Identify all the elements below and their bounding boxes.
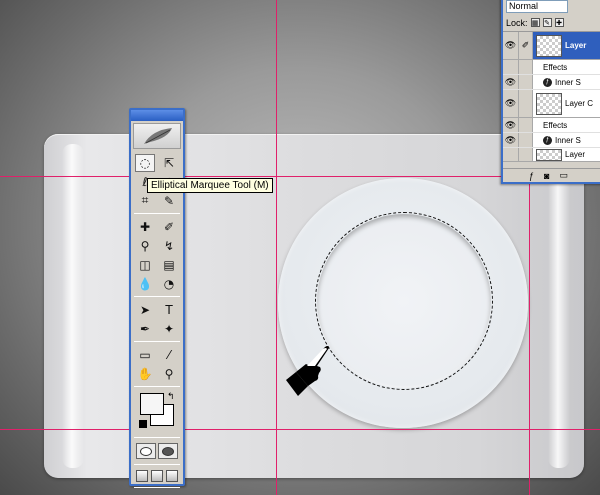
history-brush-icon[interactable]: ↯: [159, 237, 179, 255]
toolbox-divider: [134, 341, 180, 342]
layers-footer: ƒ ◙ ▭: [503, 168, 600, 182]
layer-row[interactable]: 👁 ✐ Layer: [503, 32, 600, 60]
layer-thumbnail: [536, 148, 562, 161]
standard-screen-mode-button[interactable]: [136, 470, 149, 482]
lock-position-icon[interactable]: ✚: [554, 18, 564, 27]
eye-icon[interactable]: 👁: [503, 75, 519, 89]
effect-name: Inner S: [555, 135, 581, 145]
zoom-icon[interactable]: ⚲: [159, 365, 179, 383]
slice-icon[interactable]: ✎: [159, 192, 179, 210]
color-swatches: ↰: [133, 391, 181, 433]
eye-icon[interactable]: 👁: [503, 133, 519, 147]
layer-thumbnail: [536, 92, 562, 115]
effects-row[interactable]: Effects: [503, 60, 600, 75]
crop-icon[interactable]: ⌗: [135, 192, 155, 210]
guide-vertical-1[interactable]: [276, 0, 277, 495]
full-screen-mode-button[interactable]: [165, 470, 178, 482]
brush-icon[interactable]: ✐: [159, 218, 179, 236]
effects-row[interactable]: 👁 Effects: [503, 118, 600, 133]
layer-row[interactable]: Layer: [503, 148, 600, 162]
layer-style-icon[interactable]: ƒ: [529, 171, 534, 181]
eye-icon[interactable]: [503, 148, 519, 161]
camera-highlight-right: [548, 144, 570, 468]
gradient-icon[interactable]: ▤: [159, 256, 179, 274]
eye-icon[interactable]: 👁: [503, 32, 519, 59]
dodge-icon[interactable]: ◔: [159, 275, 179, 293]
layer-thumbnail: [536, 34, 562, 57]
layer-name: Layer: [565, 41, 587, 50]
layers-panel: Normal Lock: ▦ ✎ ✚ 👁 ✐ Layer Effects 👁 ƒ…: [501, 0, 600, 184]
guide-horizontal-2[interactable]: [0, 429, 600, 430]
brush-icon[interactable]: ✐: [519, 32, 533, 59]
effect-icon: ƒ: [543, 77, 552, 87]
toolbox-divider: [134, 464, 180, 465]
effect-icon: ƒ: [543, 135, 552, 145]
clone-stamp-icon[interactable]: ⚲: [135, 237, 155, 255]
pen-icon[interactable]: ✒: [135, 320, 155, 338]
toolbox-panel: ◌ ⇱ ℓ ✧ ⌗ ✎ ✚ ✐ ⚲ ↯ ◫ ▤ 💧 ◔ ➤: [129, 108, 185, 495]
full-screen-menu-mode-button[interactable]: [150, 470, 163, 482]
foreground-color-swatch[interactable]: [140, 393, 164, 415]
lock-transparency-icon[interactable]: ▦: [530, 18, 540, 27]
edit-in-imageready-icon[interactable]: ✔: [159, 492, 179, 495]
toolbox-title-bar[interactable]: [131, 110, 183, 121]
effect-row[interactable]: 👁 ƒ Inner S: [503, 133, 600, 148]
path-selection-icon[interactable]: ➤: [135, 301, 155, 319]
eraser-icon[interactable]: ◫: [135, 256, 155, 274]
blur-icon[interactable]: 💧: [135, 275, 155, 293]
move-icon[interactable]: ⇱: [159, 154, 179, 172]
hand-icon[interactable]: ✋: [135, 365, 155, 383]
layer-mask-icon[interactable]: ◙: [544, 171, 549, 181]
tool-tooltip: Elliptical Marquee Tool (M): [147, 178, 273, 193]
feather-logo-icon[interactable]: [133, 123, 181, 149]
quick-mask-mode-button[interactable]: [158, 443, 178, 459]
toolbox-divider: [134, 213, 180, 214]
elliptical-marquee-icon[interactable]: ◌: [135, 153, 155, 172]
jump-to-imageready-icon[interactable]: ⇄: [135, 492, 155, 495]
lock-label: Lock:: [506, 17, 528, 28]
blend-mode-select[interactable]: Normal: [506, 0, 568, 13]
eyedropper-icon[interactable]: ⁄: [159, 346, 179, 364]
eye-icon[interactable]: 👁: [503, 118, 519, 132]
eye-icon[interactable]: [503, 60, 519, 74]
swap-colors-icon[interactable]: ↰: [167, 391, 175, 402]
canvas[interactable]: ◌ ⇱ ℓ ✧ ⌗ ✎ ✚ ✐ ⚲ ↯ ◫ ▤ 💧 ◔ ➤: [0, 0, 600, 495]
effects-label: Effects: [543, 120, 568, 130]
lock-row: Lock: ▦ ✎ ✚: [503, 14, 600, 32]
link-cell: [519, 133, 533, 147]
shape-icon[interactable]: ✦: [159, 320, 179, 338]
effect-row[interactable]: 👁 ƒ Inner S: [503, 75, 600, 90]
toolbox-divider: [134, 437, 180, 438]
layer-name: Layer C: [565, 99, 594, 108]
toolbox-divider: [134, 386, 180, 387]
healing-brush-icon[interactable]: ✚: [135, 218, 155, 236]
layer-name: Layer: [565, 150, 586, 159]
pointing-hand-cursor-icon: [286, 346, 329, 396]
link-cell: [519, 75, 533, 89]
link-cell: [519, 118, 533, 132]
effects-label: Effects: [543, 62, 568, 72]
default-colors-icon[interactable]: [139, 420, 147, 428]
elliptical-selection-marquee[interactable]: [315, 212, 493, 390]
link-cell[interactable]: [519, 148, 533, 161]
layer-row[interactable]: 👁 Layer C: [503, 90, 600, 118]
camera-highlight-left: [62, 144, 84, 468]
eye-icon[interactable]: 👁: [503, 90, 519, 117]
link-cell[interactable]: [519, 90, 533, 117]
new-set-icon[interactable]: ▭: [559, 170, 568, 181]
effect-name: Inner S: [555, 77, 581, 87]
standard-mode-button[interactable]: [136, 443, 156, 459]
toolbox-divider: [134, 487, 180, 488]
link-cell: [519, 60, 533, 74]
notes-icon[interactable]: ▭: [135, 346, 155, 364]
lock-pixels-icon[interactable]: ✎: [542, 18, 552, 27]
type-icon[interactable]: T: [159, 301, 179, 319]
toolbox-divider: [134, 296, 180, 297]
